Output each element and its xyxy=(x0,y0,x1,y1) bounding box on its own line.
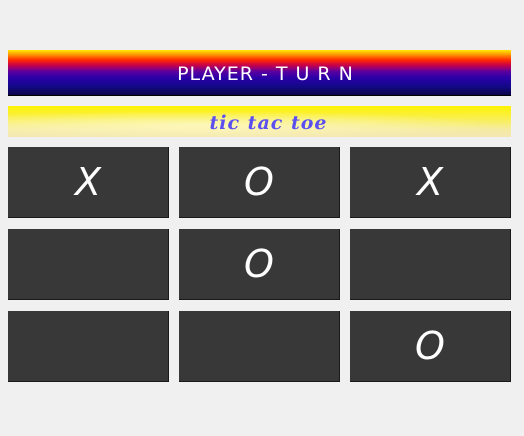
cell-mark: O xyxy=(415,324,445,368)
game-title: tic tac toe xyxy=(209,111,328,134)
board-cell-r3-c3[interactable]: O xyxy=(350,311,511,382)
cell-mark: X xyxy=(74,160,102,204)
board-cell-r3-c2[interactable] xyxy=(179,311,340,382)
board-cell-r1-c3[interactable]: X xyxy=(350,147,511,218)
board-cell-r2-c1[interactable] xyxy=(8,229,169,300)
game-board: X O X O O xyxy=(8,147,511,383)
player-turn-banner: PLAYER - T U R N xyxy=(8,50,511,96)
board-cell-r1-c1[interactable]: X xyxy=(8,147,169,218)
cell-mark: O xyxy=(244,160,274,204)
board-cell-r2-c3[interactable] xyxy=(350,229,511,300)
cell-mark: O xyxy=(244,242,274,286)
board-cell-r3-c1[interactable] xyxy=(8,311,169,382)
board-cell-r1-c2[interactable]: O xyxy=(179,147,340,218)
player-turn-label: PLAYER - T U R N xyxy=(177,63,354,85)
cell-mark: X xyxy=(416,160,444,204)
game-title-bar: tic tac toe xyxy=(8,106,511,137)
board-cell-r2-c2[interactable]: O xyxy=(179,229,340,300)
